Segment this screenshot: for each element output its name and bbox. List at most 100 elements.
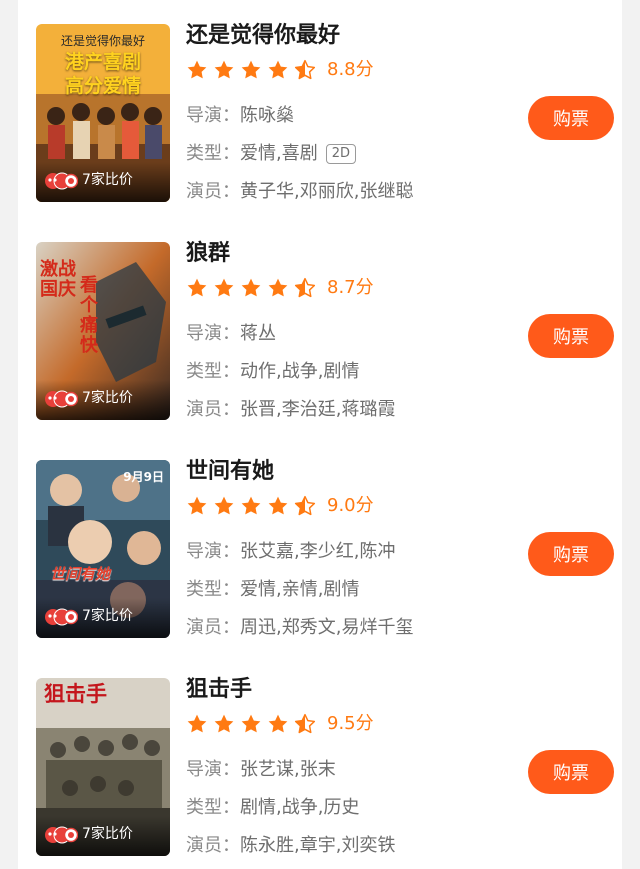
poster-headline: 高分爱情 bbox=[64, 75, 141, 97]
cast-value: 陈永胜,章宇,刘奕铁 bbox=[240, 835, 396, 856]
genre-label: 类型： bbox=[186, 361, 240, 382]
half-star-icon bbox=[294, 59, 316, 81]
star-icon bbox=[240, 59, 262, 81]
rating: 8.8分 bbox=[186, 58, 374, 82]
star-rating bbox=[186, 713, 321, 735]
movie-poster[interactable]: 激战国庆 看个痛快 7家比价 bbox=[36, 242, 170, 420]
genre-row: 类型： 剧情,战争,历史 bbox=[186, 796, 359, 820]
genre-row: 类型： 爱情,亲情,剧情 bbox=[186, 578, 359, 602]
movie-item[interactable]: 还是觉得你最好 港产喜剧 高分爱情 7家比价 还是觉得你最好 8.8分 导演： … bbox=[18, 8, 622, 208]
movie-item[interactable]: 激战国庆 看个痛快 7家比价 狼群 8.7分 导演： 蒋丛 类型： 动作,战争,… bbox=[18, 226, 622, 426]
cast-label: 演员： bbox=[186, 617, 240, 638]
maoyan-logo-icon bbox=[44, 826, 78, 844]
star-icon bbox=[267, 59, 289, 81]
cast-label: 演员： bbox=[186, 835, 240, 856]
cast-label: 演员： bbox=[186, 399, 240, 420]
rating: 9.5分 bbox=[186, 712, 374, 736]
star-icon bbox=[213, 495, 235, 517]
price-compare-label[interactable]: 7家比价 bbox=[82, 826, 133, 842]
star-icon bbox=[186, 59, 208, 81]
star-icon bbox=[213, 59, 235, 81]
genre-value: 动作,战争,剧情 bbox=[240, 361, 360, 382]
cast-row: 演员： 张晋,李治廷,蒋璐霞 bbox=[186, 398, 395, 422]
genre-row: 类型： 动作,战争,剧情 bbox=[186, 360, 359, 384]
movie-title[interactable]: 还是觉得你最好 bbox=[186, 22, 340, 50]
rating: 8.7分 bbox=[186, 276, 374, 300]
star-icon bbox=[186, 277, 208, 299]
cast-value: 黄子华,邓丽欣,张继聪 bbox=[240, 181, 414, 202]
buy-ticket-button[interactable]: 购票 bbox=[528, 314, 614, 358]
genre-value: 剧情,战争,历史 bbox=[240, 797, 360, 818]
poster-headline: 狙击手 bbox=[44, 682, 107, 706]
star-icon bbox=[240, 713, 262, 735]
cast-value: 张晋,李治廷,蒋璐霞 bbox=[240, 399, 396, 420]
star-icon bbox=[186, 495, 208, 517]
movie-list: 还是觉得你最好 港产喜剧 高分爱情 7家比价 还是觉得你最好 8.8分 导演： … bbox=[18, 0, 622, 869]
buy-ticket-button[interactable]: 购票 bbox=[528, 96, 614, 140]
rating: 9.0分 bbox=[186, 494, 374, 518]
star-icon bbox=[213, 277, 235, 299]
movie-poster[interactable]: 9月9日 世间有她 7家比价 bbox=[36, 460, 170, 638]
star-icon bbox=[267, 495, 289, 517]
star-icon bbox=[267, 713, 289, 735]
director-row: 导演： 蒋丛 bbox=[186, 322, 276, 346]
star-rating bbox=[186, 277, 321, 299]
star-icon bbox=[186, 713, 208, 735]
buy-ticket-button[interactable]: 购票 bbox=[528, 532, 614, 576]
poster-headline: 看个痛快 bbox=[80, 275, 98, 356]
buy-ticket-button[interactable]: 购票 bbox=[528, 750, 614, 794]
poster-tagline: 还是觉得你最好 bbox=[60, 34, 145, 48]
director-label: 导演： bbox=[186, 105, 240, 126]
genre-row: 类型： 爱情,喜剧 2D bbox=[186, 142, 357, 166]
star-icon bbox=[213, 713, 235, 735]
director-label: 导演： bbox=[186, 323, 240, 344]
genre-value: 爱情,亲情,剧情 bbox=[240, 579, 360, 600]
director-row: 导演： 张艺谋,张末 bbox=[186, 758, 336, 782]
star-rating bbox=[186, 495, 321, 517]
cast-row: 演员： 陈永胜,章宇,刘奕铁 bbox=[186, 834, 395, 858]
director-value: 陈咏燊 bbox=[240, 105, 294, 126]
format-badge: 2D bbox=[325, 144, 357, 164]
movie-title[interactable]: 世间有她 bbox=[186, 458, 274, 486]
star-icon bbox=[240, 495, 262, 517]
cast-label: 演员： bbox=[186, 181, 240, 202]
poster-headline: 世间有她 bbox=[50, 565, 111, 583]
price-compare-label[interactable]: 7家比价 bbox=[82, 390, 133, 406]
cast-value: 周迅,郑秀文,易烊千玺 bbox=[240, 617, 414, 638]
movie-title[interactable]: 狙击手 bbox=[186, 676, 252, 704]
maoyan-logo-icon bbox=[44, 608, 78, 626]
director-value: 张艺谋,张末 bbox=[240, 759, 336, 780]
score: 9.0分 bbox=[327, 495, 374, 516]
price-compare-label[interactable]: 7家比价 bbox=[82, 608, 133, 624]
cast-row: 演员： 黄子华,邓丽欣,张继聪 bbox=[186, 180, 413, 204]
poster-headline: 激战国庆 bbox=[40, 259, 76, 300]
director-label: 导演： bbox=[186, 541, 240, 562]
movie-item[interactable]: 9月9日 世间有她 7家比价 世间有她 9.0分 导演： 张艾嘉,李少红,陈冲 … bbox=[18, 444, 622, 644]
poster-headline: 港产喜剧 bbox=[64, 51, 141, 73]
maoyan-logo-icon bbox=[44, 390, 78, 408]
movie-item[interactable]: 狙击手 7家比价 狙击手 9.5分 导演： 张艺谋,张末 类型： 剧情,战争,历… bbox=[18, 662, 622, 862]
director-label: 导演： bbox=[186, 759, 240, 780]
star-icon bbox=[267, 277, 289, 299]
price-compare-label[interactable]: 7家比价 bbox=[82, 172, 133, 188]
director-row: 导演： 陈咏燊 bbox=[186, 104, 294, 128]
score: 8.7分 bbox=[327, 277, 374, 298]
movie-title[interactable]: 狼群 bbox=[186, 240, 230, 268]
score: 8.8分 bbox=[327, 59, 374, 80]
cast-row: 演员： 周迅,郑秀文,易烊千玺 bbox=[186, 616, 413, 640]
half-star-icon bbox=[294, 495, 316, 517]
director-row: 导演： 张艾嘉,李少红,陈冲 bbox=[186, 540, 395, 564]
genre-label: 类型： bbox=[186, 797, 240, 818]
director-value: 张艾嘉,李少红,陈冲 bbox=[240, 541, 396, 562]
score: 9.5分 bbox=[327, 713, 374, 734]
movie-poster[interactable]: 狙击手 7家比价 bbox=[36, 678, 170, 856]
half-star-icon bbox=[294, 277, 316, 299]
movie-poster[interactable]: 还是觉得你最好 港产喜剧 高分爱情 7家比价 bbox=[36, 24, 170, 202]
maoyan-logo-icon bbox=[44, 172, 78, 190]
genre-label: 类型： bbox=[186, 579, 240, 600]
half-star-icon bbox=[294, 713, 316, 735]
poster-date: 9月9日 bbox=[123, 470, 164, 484]
genre-label: 类型： bbox=[186, 143, 240, 164]
director-value: 蒋丛 bbox=[240, 323, 276, 344]
star-icon bbox=[240, 277, 262, 299]
